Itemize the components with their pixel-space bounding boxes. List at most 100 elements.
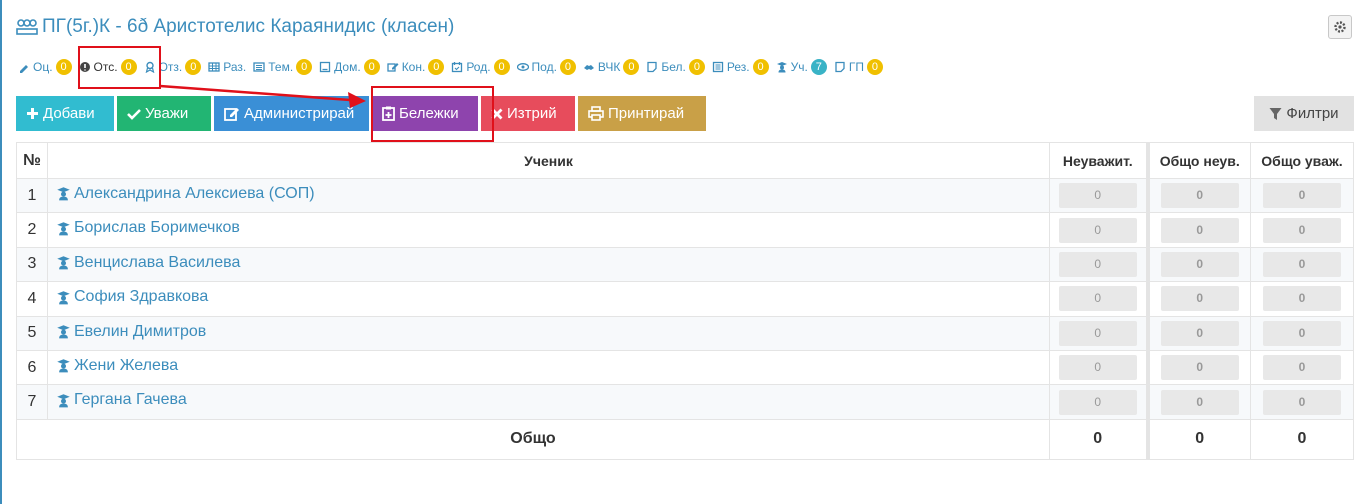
tab-label: Раз. [223,60,247,74]
unexcused-input[interactable]: 0 [1058,320,1137,346]
total-unexcused-value: 0 [1160,389,1239,415]
unexcused-input[interactable]: 0 [1058,183,1137,209]
footer-label: Общо [16,418,1050,460]
filter-icon [1269,107,1282,120]
plus-icon [27,108,38,119]
student-link[interactable]: Борислав Боримечков [56,219,240,237]
count-badge: 0 [866,59,883,75]
administer-button[interactable]: Администрирай [214,96,369,131]
graduate-icon [776,61,788,73]
add-button[interactable]: Добави [16,96,114,131]
tab-8[interactable]: Род. 0 [451,59,510,75]
header-student: Ученик [47,142,1050,179]
count-badge: 0 [559,59,576,75]
student-name: Александрина Алексиева (СОП) [74,184,315,202]
check-icon [127,108,141,120]
page-title: ПГ(5г.)К - 6ð Аристотелис Караянидис (кл… [42,16,455,37]
student-icon [57,290,70,304]
table-row: 6 Жени Желева 0 0 0 [16,349,1354,386]
gear-icon [1334,21,1346,33]
student-link[interactable]: Александрина Алексиева (СОП) [56,185,315,203]
tab-label: Оц. [33,60,53,74]
annotation-box-notes-button [371,86,494,142]
row-num: 3 [16,246,48,283]
student-icon [57,359,70,373]
count-badge: 0 [428,59,445,75]
tab-label: ГП [848,60,864,74]
filters-button[interactable]: Филтри [1254,96,1354,131]
tab-13[interactable]: Уч. 7 [776,59,827,75]
student-name: Евелин Димитров [74,322,207,340]
student-name: Гергана Гачева [74,391,187,409]
header-num: № [16,142,48,179]
header-total-unexcused: Общо неув. [1145,142,1251,179]
student-link[interactable]: Гергана Гачева [56,391,187,409]
student-icon [57,222,70,236]
student-icon [57,256,70,270]
count-badge: 0 [493,59,510,75]
toolbar: Добави Уважи Администрирай Бележки Изтри… [16,96,709,131]
student-link[interactable]: Венцислава Василева [56,254,240,272]
student-name: Жени Желева [74,356,179,374]
student-link[interactable]: София Здравкова [56,288,208,306]
table-row: 7 Гергана Гачева 0 0 0 [16,384,1354,420]
count-badge: 0 [752,59,769,75]
tab-label: Уч. [790,60,808,74]
student-link[interactable]: Евелин Димитров [56,323,206,341]
print-button[interactable]: Принтирай [578,96,706,131]
tab-14[interactable]: ГП 0 [834,59,883,75]
total-excused-value: 0 [1263,355,1341,381]
footer-total-excused: 0 [1250,418,1354,460]
absences-table: № Ученик Неуважит. Общо неув. Общо уваж.… [16,142,1354,460]
unexcused-input[interactable]: 0 [1058,286,1137,312]
unexcused-input[interactable]: 0 [1058,217,1137,243]
row-num: 1 [16,177,48,214]
excuse-button[interactable]: Уважи [117,96,211,131]
total-unexcused-value: 0 [1160,183,1239,209]
row-num: 7 [16,384,48,420]
tab-label: Под. [531,60,557,74]
total-excused-value: 0 [1263,320,1341,346]
tab-label: Бел. [661,60,686,74]
tab-1[interactable]: Оц. 0 [18,59,72,75]
unexcused-input[interactable]: 0 [1058,355,1137,381]
tab-11[interactable]: Бел. 0 [646,59,705,75]
tab-label: Кон. [401,60,426,74]
row-num: 2 [16,212,48,248]
total-excused-value: 0 [1263,389,1341,415]
table-row: 4 София Здравкова 0 0 0 [16,281,1354,317]
tab-label: Тем. [268,60,294,74]
list-icon [253,61,265,73]
tab-5[interactable]: Тем. 0 [253,59,313,75]
unexcused-input[interactable]: 0 [1058,251,1137,277]
count-badge: 0 [623,59,640,75]
tab-12[interactable]: Рез. 0 [712,59,769,75]
tab-4[interactable]: Раз. [208,60,246,74]
count-badge: 0 [688,59,705,75]
student-link[interactable]: Жени Желева [56,357,178,375]
handshake-icon [583,61,595,73]
page-header: ПГ(5г.)К - 6ð Аристотелис Караянидис (кл… [16,14,454,40]
table-row: 5 Евелин Димитров 0 0 0 [16,315,1354,351]
printer-icon [588,106,604,121]
settings-button[interactable] [1328,15,1352,39]
delete-button[interactable]: Изтрий [481,96,575,131]
total-unexcused-value: 0 [1160,355,1239,381]
tab-10[interactable]: ВЧК 0 [583,59,640,75]
total-unexcused-value: 0 [1160,286,1239,312]
student-icon [57,325,70,339]
row-num: 6 [16,349,48,386]
header-unexcused: Неуважит. [1049,142,1148,179]
home-box-icon [319,61,331,73]
tab-6[interactable]: Дом. 0 [319,59,380,75]
tab-label: Дом. [334,60,361,74]
unexcused-input[interactable]: 0 [1058,389,1137,415]
total-excused-value: 0 [1263,183,1341,209]
eye-icon [516,61,529,73]
tab-7[interactable]: Кон. 0 [387,59,445,75]
total-excused-value: 0 [1263,217,1341,243]
tab-9[interactable]: Под. 0 [516,59,576,75]
header-total-excused: Общо уваж. [1250,142,1354,179]
footer-unexcused: 0 [1049,418,1148,460]
tab-label: Род. [466,60,491,74]
